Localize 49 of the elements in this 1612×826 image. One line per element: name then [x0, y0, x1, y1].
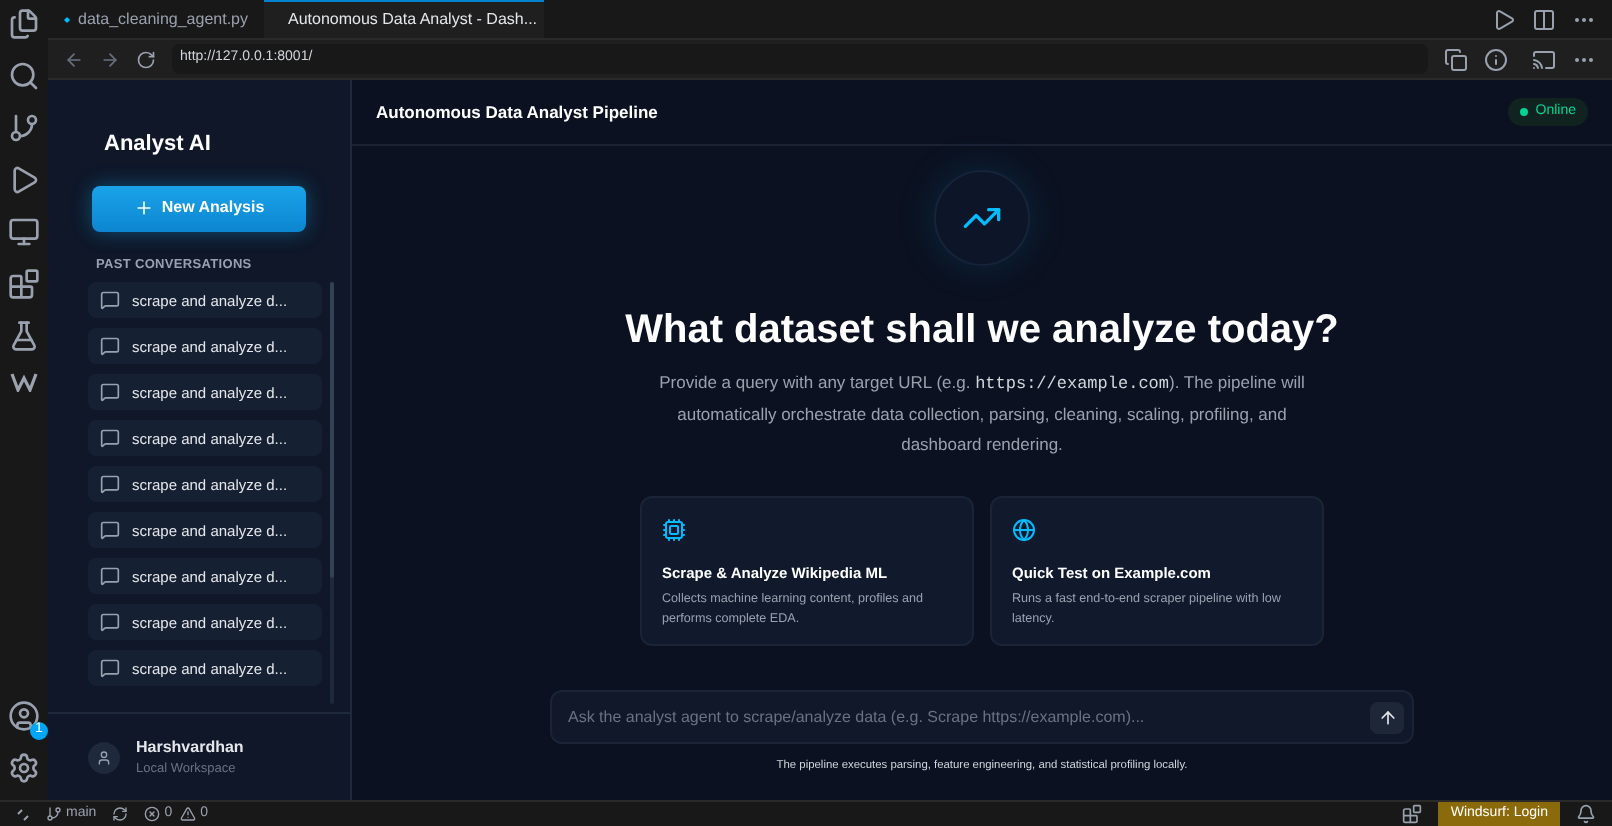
query-input[interactable]: Ask the analyst agent to scrape/analyze data (e.g. Scrape https://example.com)...: [568, 705, 1370, 730]
chat-icon: [100, 382, 120, 403]
settings-icon[interactable]: [8, 752, 40, 784]
chat-icon: [100, 612, 120, 633]
search-icon[interactable]: [8, 60, 40, 92]
globe-icon: [1012, 518, 1036, 542]
scrollbar-thumb[interactable]: [330, 282, 334, 578]
app-title: Analyst AI: [102, 130, 213, 160]
chat-icon: [100, 658, 120, 679]
chat-icon: [100, 566, 120, 587]
account-icon[interactable]: [8, 700, 40, 732]
flask-icon[interactable]: [8, 320, 40, 352]
user-icon: [96, 749, 112, 765]
back-icon[interactable]: [64, 49, 84, 69]
chat-icon: [100, 428, 120, 449]
user-name: Harshvardhan: [136, 735, 244, 760]
error-icon: [144, 806, 161, 822]
chat-icon: [100, 290, 120, 311]
forward-icon[interactable]: [100, 49, 120, 69]
arrow-up-icon: [1377, 707, 1397, 728]
run-icon[interactable]: [1492, 7, 1516, 31]
run-icon[interactable]: [8, 164, 40, 196]
info-icon[interactable]: [1484, 47, 1508, 71]
files-icon[interactable]: [8, 8, 40, 40]
chat-icon: [100, 474, 120, 495]
chat-icon: [100, 520, 120, 541]
page-title: Autonomous Data Analyst Pipeline: [376, 99, 658, 125]
plus-icon: [133, 198, 154, 218]
cast-icon[interactable]: [1532, 47, 1556, 71]
extensions-icon[interactable]: [8, 268, 40, 300]
warning-icon: [180, 806, 197, 822]
hero-heading: What dataset shall we analyze today?: [625, 306, 1339, 356]
sync-icon[interactable]: [112, 806, 129, 822]
query-field[interactable]: Ask the analyst agent to scrape/analyze data (e.g. Scrape https://example.com)...: [550, 690, 1414, 745]
chat-icon: [100, 336, 120, 357]
editor-tab[interactable]: Autonomous Data Analyst - Dash...: [264, 0, 544, 38]
file-icon: [64, 11, 71, 27]
monitor-icon[interactable]: [8, 216, 40, 248]
editor-tab[interactable]: data_cleaning_agent.py: [48, 0, 264, 38]
windows-icon[interactable]: [1444, 47, 1468, 71]
send-button[interactable]: [1370, 701, 1404, 734]
w-logo-icon[interactable]: [10, 372, 38, 392]
bell-icon[interactable]: [1576, 804, 1596, 824]
chip-icon: [662, 518, 686, 542]
branch-icon: [46, 806, 62, 822]
hero-description: Provide a query with any target URL (e.g. https://example.com). The pipeline will automatically orchestrate data collection, parsing, cleaning, scaling, profiling, and dashboard rendering.: [657, 370, 1307, 458]
reload-icon[interactable]: [136, 49, 156, 69]
split-editor-icon[interactable]: [1532, 7, 1556, 31]
branch-icon[interactable]: [8, 112, 40, 144]
